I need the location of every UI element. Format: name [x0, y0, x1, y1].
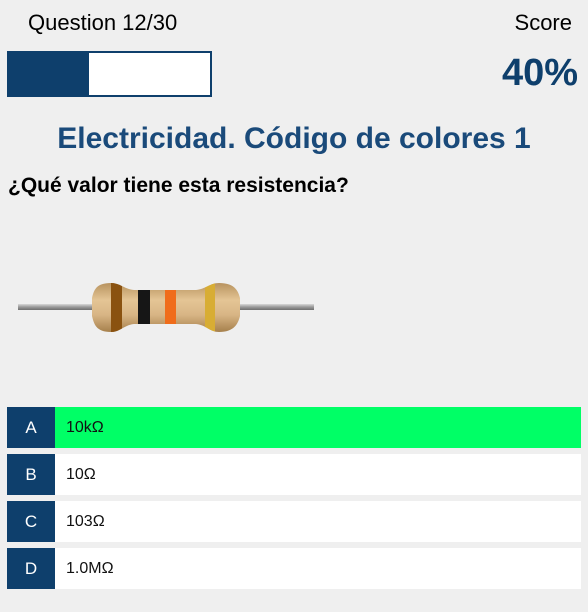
answer-text: 10kΩ [66, 418, 104, 436]
answer-letter: A [7, 407, 55, 448]
resistor-band-2 [138, 283, 150, 332]
progress-bar-fill [9, 53, 90, 95]
answer-option-d[interactable]: D 1.0MΩ [7, 548, 581, 589]
question-text: ¿Qué valor tiene esta resistencia? [8, 174, 349, 197]
quiz-title: Electricidad. Código de colores 1 [57, 122, 531, 155]
score-value: 40% [501, 52, 578, 94]
resistor-band-1 [111, 283, 122, 332]
answer-text: 1.0MΩ [66, 559, 114, 577]
answer-option-c[interactable]: C 103Ω [7, 501, 581, 542]
answer-text: 103Ω [66, 512, 105, 530]
score-label: Score [514, 10, 572, 35]
answer-list: A 10kΩ B 10Ω C 103Ω D 1.0MΩ [7, 407, 581, 595]
resistor-band-4 [205, 283, 215, 332]
answer-option-a[interactable]: A 10kΩ [7, 407, 581, 448]
resistor-band-3 [165, 283, 176, 332]
answer-letter: B [7, 454, 55, 495]
resistor-image [18, 283, 314, 332]
question-counter: Question 12/30 [28, 10, 178, 35]
answer-letter: D [7, 548, 55, 589]
answer-option-b[interactable]: B 10Ω [7, 454, 581, 495]
progress-bar [7, 51, 212, 97]
resistor-lead-left [18, 304, 98, 310]
resistor-lead-right [234, 304, 314, 310]
answer-text: 10Ω [66, 465, 96, 483]
answer-letter: C [7, 501, 55, 542]
